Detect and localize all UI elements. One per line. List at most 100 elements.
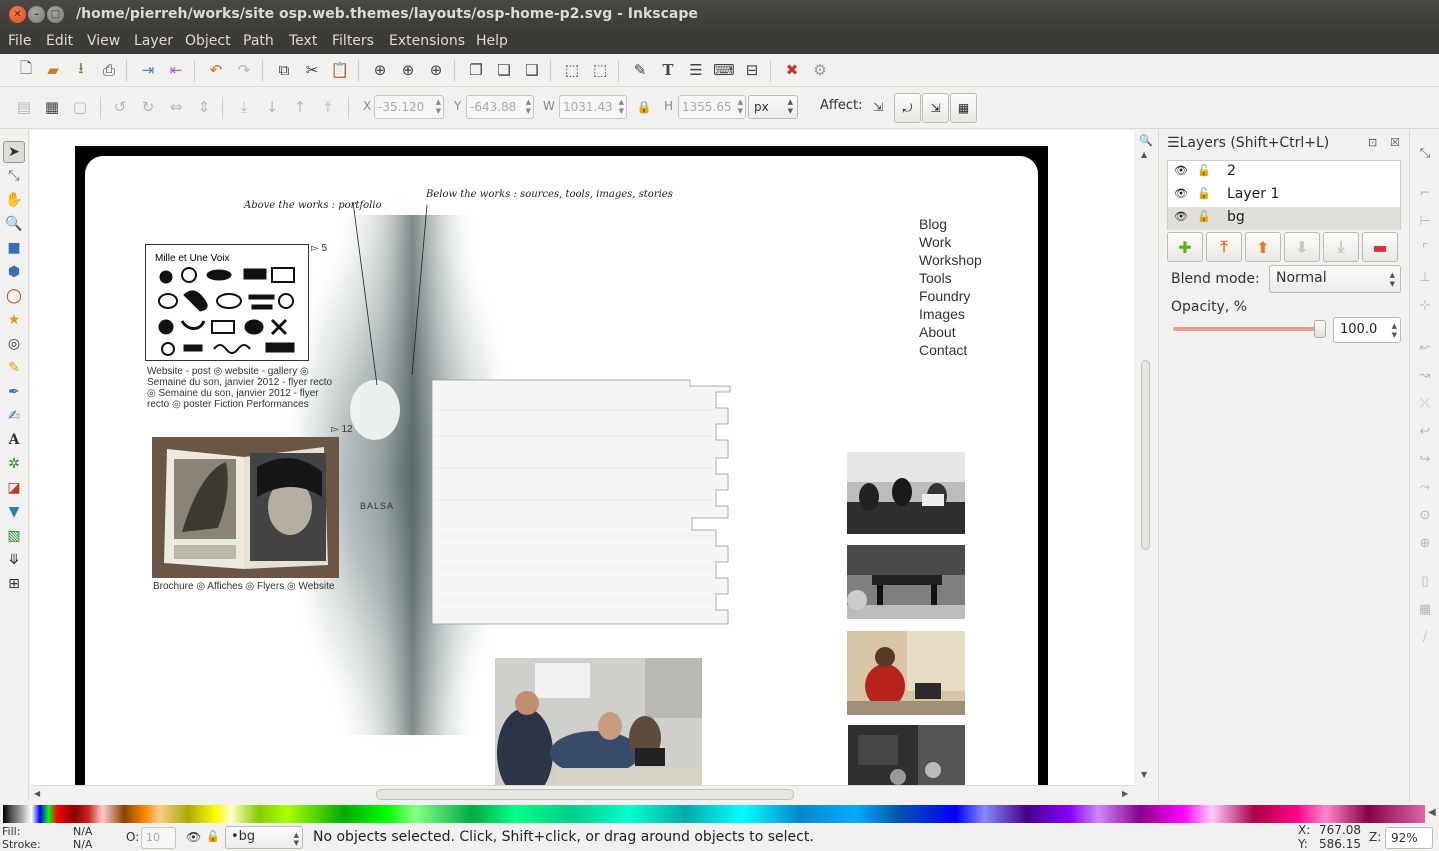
menu-layer[interactable]: Layer (134, 33, 173, 49)
raise-layer-button[interactable]: ⬆ (1245, 232, 1281, 262)
layer-visibility-icon[interactable]: 👁 (186, 830, 201, 844)
w-field[interactable]: 1031.43 ▲ ▼ (559, 95, 627, 119)
snap-enable-icon[interactable]: ⤡ (1414, 142, 1436, 164)
cut-icon[interactable]: ✂ (302, 60, 322, 80)
import-icon[interactable]: ⇥ (138, 60, 158, 80)
pen-tool-icon[interactable]: ✒ (3, 381, 25, 403)
snap-midpoints-icon[interactable]: ⤳ (1414, 476, 1436, 498)
layer-row-selected[interactable]: 👁 🔓 bg (1168, 207, 1400, 230)
blend-mode-select[interactable]: Normal ▲ ▼ (1269, 265, 1401, 293)
palette-swatches[interactable] (3, 805, 1425, 823)
color-palette[interactable]: ◀ (0, 803, 1439, 825)
maximize-window-button[interactable]: □ (47, 6, 64, 23)
preferences-icon[interactable]: ✖ (782, 60, 802, 80)
minimize-window-button[interactable]: – (28, 6, 45, 23)
rectangle-tool-icon[interactable]: ■ (3, 237, 25, 259)
remove-layer-button[interactable]: ▬ (1362, 232, 1398, 262)
print-icon[interactable]: ⎙ (99, 60, 119, 80)
fill-value[interactable]: N/A (73, 825, 92, 838)
x-field[interactable]: -35.120 ▲ ▼ (374, 95, 444, 119)
align-distribute-icon[interactable]: ⊟ (742, 60, 762, 80)
ellipse-tool-icon[interactable]: ◯ (3, 285, 25, 307)
save-icon[interactable]: ⭳ (71, 59, 91, 80)
layers-icon[interactable]: ☰ (686, 60, 706, 80)
snap-cusp-nodes-icon[interactable]: ↩ (1414, 420, 1436, 442)
redo-icon[interactable]: ↷ (234, 60, 254, 80)
text-font-icon[interactable]: T (658, 60, 678, 80)
visibility-eye-icon[interactable]: 👁 (1174, 164, 1188, 177)
horizontal-scrollbar[interactable]: ◀ ▶ (30, 785, 1134, 803)
visibility-eye-icon[interactable]: 👁 (1174, 210, 1188, 223)
eraser-tool-icon[interactable]: ◪ (3, 477, 25, 499)
select-all-icon[interactable]: ▤ (14, 97, 34, 117)
unlink-clone-icon[interactable]: ❑ (522, 60, 542, 80)
palette-menu-icon[interactable]: ◀ (1428, 807, 1436, 818)
lock-ratio-icon[interactable]: 🔒 (634, 97, 654, 117)
snap-bbox-icon[interactable]: ⌐ (1414, 182, 1436, 204)
unlocked-icon[interactable]: 🔓 (1197, 210, 1211, 223)
lower-to-bottom-icon[interactable]: ⤓ (234, 97, 254, 117)
3d-box-tool-icon[interactable]: ⬢ (3, 261, 25, 283)
dropper-tool-icon[interactable]: ⤋ (3, 549, 25, 571)
vertical-scroll-thumb[interactable] (1141, 360, 1150, 550)
clone-icon[interactable]: ❏ (494, 60, 514, 80)
menu-file[interactable]: File (8, 33, 31, 49)
scale-corners-toggle[interactable]: ⤾ (894, 93, 921, 123)
snap-bbox-midpoint-icon[interactable]: ⊥ (1414, 266, 1436, 288)
menu-help[interactable]: Help (476, 33, 508, 49)
raise-to-top-icon[interactable]: ⤒ (318, 97, 338, 117)
calligraphy-tool-icon[interactable]: ✍ (3, 405, 25, 427)
layer-row[interactable]: 👁 🔓 2 (1168, 161, 1400, 184)
flip-vertical-icon[interactable]: ⇕ (194, 97, 214, 117)
unlocked-icon[interactable]: 🔓 (1197, 164, 1211, 177)
rotate-cw-icon[interactable]: ↻ (138, 97, 158, 117)
scroll-up-icon[interactable]: ▲ (1141, 150, 1147, 159)
menu-view[interactable]: View (87, 33, 120, 49)
spray-tool-icon[interactable]: ✲ (3, 453, 25, 475)
opacity-short-field[interactable]: 10 (141, 827, 176, 849)
scale-stroke-icon[interactable]: ⇲ (868, 97, 888, 117)
xml-editor-icon[interactable]: ⌨ (713, 60, 735, 80)
lower-layer-to-bottom-button[interactable]: ⤓ (1323, 232, 1359, 262)
raise-icon[interactable]: ↑ (290, 97, 310, 117)
lower-layer-button[interactable]: ⬇ (1284, 232, 1320, 262)
zoom-tool-icon[interactable]: 🔍 (3, 213, 25, 235)
snap-bbox-center-icon[interactable]: ⊹ (1414, 294, 1436, 316)
snap-smooth-nodes-icon[interactable]: ↪ (1414, 448, 1436, 470)
menu-text[interactable]: Text (289, 33, 317, 49)
vertical-scrollbar[interactable]: 🔍 ▼ ▲ (1134, 130, 1158, 785)
star-tool-icon[interactable]: ★ (3, 309, 25, 331)
tweak-tool-icon[interactable]: ✋ (3, 189, 25, 211)
canvas[interactable]: Above the works : portfolio Below the wo… (30, 130, 1134, 785)
unit-select[interactable]: px ▲ ▼ (748, 95, 798, 119)
snap-page-border-icon[interactable]: ▯ (1414, 570, 1436, 592)
zoom-page-icon[interactable]: ⊕ (426, 60, 446, 80)
layer-lock-icon[interactable]: 🔓 (206, 830, 220, 843)
add-layer-button[interactable]: ✚ (1167, 232, 1203, 262)
duplicate-icon[interactable]: ❐ (466, 60, 486, 80)
close-window-button[interactable]: ✕ (9, 6, 26, 23)
zoom-in-icon[interactable]: 🔍 (1139, 134, 1153, 147)
snap-guide-icon[interactable]: ⧸ (1414, 626, 1436, 648)
move-gradients-toggle[interactable]: ⇲ (922, 93, 949, 123)
zoom-drawing-icon[interactable]: ⊕ (398, 60, 418, 80)
opacity-slider-handle[interactable] (1314, 320, 1326, 338)
stroke-value[interactable]: N/A (73, 838, 92, 851)
menu-extensions[interactable]: Extensions (389, 33, 465, 49)
h-field[interactable]: 1355.65 ▲ ▼ (678, 95, 746, 119)
zoom-selection-icon[interactable]: ⊕ (370, 60, 390, 80)
group-icon[interactable]: ⬚ (562, 60, 582, 80)
menu-filters[interactable]: Filters (332, 33, 374, 49)
flip-horizontal-icon[interactable]: ⇔ (166, 97, 186, 117)
close-panel-icon[interactable]: ☒ (1390, 136, 1400, 149)
horizontal-scroll-thumb[interactable] (376, 789, 794, 800)
snap-bbox-edge-icon[interactable]: ⊢ (1414, 210, 1436, 232)
undo-icon[interactable]: ↶ (206, 60, 226, 80)
selector-tool-icon[interactable]: ➤ (3, 141, 25, 163)
paste-icon[interactable]: 📋 (330, 60, 350, 80)
menu-edit[interactable]: Edit (46, 33, 73, 49)
snap-grid-icon[interactable]: ▦ (1414, 598, 1436, 620)
opacity-slider[interactable] (1173, 327, 1323, 331)
snap-bbox-corner-icon[interactable]: ⌜ (1414, 238, 1436, 260)
connector-tool-icon[interactable]: ⊞ (3, 573, 25, 595)
